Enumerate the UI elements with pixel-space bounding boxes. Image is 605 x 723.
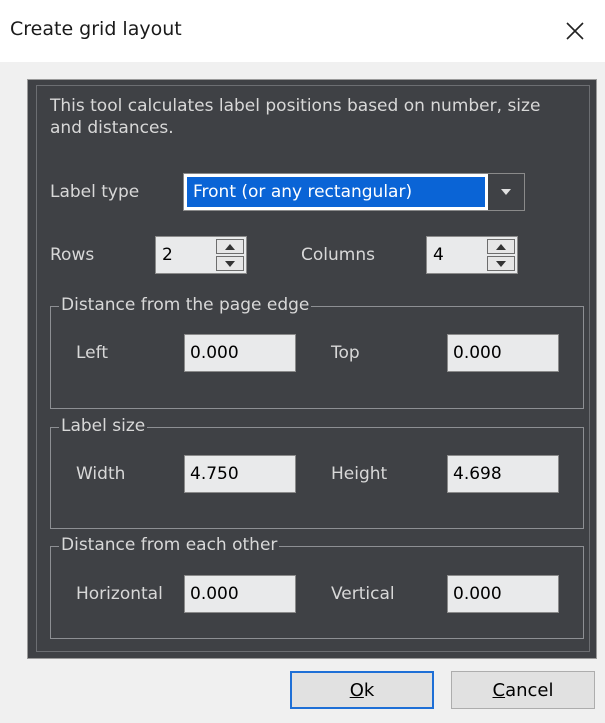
label-type-label: Label type bbox=[50, 182, 140, 202]
chevron-down-icon bbox=[501, 189, 511, 195]
width-input[interactable]: 4.750 bbox=[184, 455, 296, 493]
ok-button[interactable]: Ok bbox=[290, 671, 434, 709]
rows-label: Rows bbox=[50, 245, 95, 265]
cancel-label-rest: ancel bbox=[505, 679, 554, 701]
triangle-up-icon bbox=[225, 243, 235, 250]
close-button[interactable] bbox=[545, 0, 605, 62]
horizontal-input[interactable]: 0.000 bbox=[184, 575, 296, 613]
left-input[interactable]: 0.000 bbox=[184, 334, 296, 372]
vertical-label: Vertical bbox=[331, 584, 395, 604]
label-type-select[interactable]: Front (or any rectangular) bbox=[183, 173, 525, 211]
top-label: Top bbox=[331, 343, 360, 363]
page-edge-legend: Distance from the page edge bbox=[59, 295, 312, 315]
rows-stepper[interactable]: 2 bbox=[155, 236, 247, 274]
vertical-input[interactable]: 0.000 bbox=[447, 575, 559, 613]
columns-stepper[interactable]: 4 bbox=[426, 236, 518, 274]
width-label: Width bbox=[76, 464, 126, 484]
window-title: Create grid layout bbox=[10, 18, 182, 40]
columns-label: Columns bbox=[301, 245, 375, 265]
ok-label-rest: k bbox=[363, 679, 375, 701]
cancel-accelerator: C bbox=[492, 679, 506, 701]
columns-value: 4 bbox=[433, 245, 444, 265]
rows-decrement-button[interactable] bbox=[216, 256, 244, 271]
triangle-down-icon bbox=[496, 260, 506, 267]
height-label: Height bbox=[331, 464, 388, 484]
triangle-up-icon bbox=[496, 243, 506, 250]
ok-accelerator: O bbox=[349, 679, 364, 701]
label-type-selected-value: Front (or any rectangular) bbox=[187, 177, 485, 207]
close-icon bbox=[566, 22, 584, 40]
rows-increment-button[interactable] bbox=[216, 239, 244, 254]
tool-description: This tool calculates label positions bas… bbox=[50, 96, 541, 138]
each-other-legend: Distance from each other bbox=[59, 535, 280, 555]
label-size-legend: Label size bbox=[59, 416, 148, 436]
dropdown-button[interactable] bbox=[488, 174, 524, 210]
triangle-down-icon bbox=[225, 260, 235, 267]
top-input[interactable]: 0.000 bbox=[447, 334, 559, 372]
horizontal-label: Horizontal bbox=[76, 584, 163, 604]
cancel-button[interactable]: Cancel bbox=[451, 671, 595, 709]
columns-increment-button[interactable] bbox=[487, 239, 515, 254]
rows-value: 2 bbox=[162, 245, 173, 265]
left-label: Left bbox=[76, 343, 108, 363]
height-input[interactable]: 4.698 bbox=[447, 455, 559, 493]
columns-decrement-button[interactable] bbox=[487, 256, 515, 271]
title-bar: Create grid layout bbox=[0, 0, 605, 62]
